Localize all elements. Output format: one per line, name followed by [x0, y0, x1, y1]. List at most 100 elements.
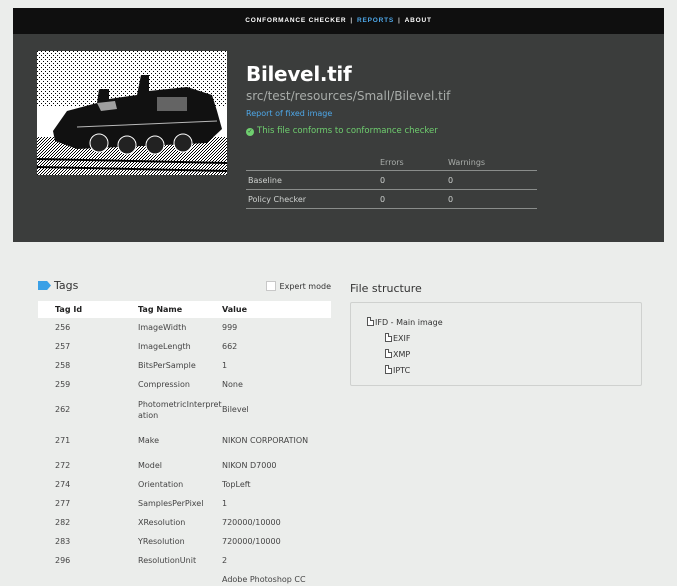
tag-value: 1: [222, 361, 228, 370]
tag-name: YResolution: [138, 537, 185, 546]
table-row: 257 ImageLength 662: [38, 337, 331, 356]
tag-id: 262: [55, 405, 71, 414]
tag-name: ResolutionUnit: [138, 556, 197, 565]
file-icon: [367, 317, 374, 326]
table-row: 274 Orientation TopLeft: [38, 475, 331, 494]
tree-node-label: IPTC: [393, 366, 411, 375]
nav-separator: |: [350, 17, 353, 24]
image-thumbnail: [37, 51, 227, 175]
table-row: 271 Make NIKON CORPORATION: [38, 425, 331, 456]
tag-name: XResolution: [138, 518, 186, 527]
tag-name: [138, 570, 222, 586]
summary-row-warnings: 0: [448, 176, 454, 185]
nav-item-about[interactable]: ABOUT: [405, 17, 432, 24]
tag-value: Bilevel: [222, 405, 249, 414]
tree-node-label: EXIF: [393, 334, 411, 343]
tag-name: SamplesPerPixel: [138, 499, 204, 508]
summary-row-name: Baseline: [248, 176, 282, 185]
expert-mode-toggle[interactable]: Expert mode: [265, 281, 331, 291]
nav-separator: |: [398, 17, 401, 24]
tag-value: 1: [222, 499, 228, 508]
column-header-tag-id[interactable]: Tag Id: [38, 301, 138, 318]
summary-header-warnings: Warnings: [448, 158, 486, 167]
tag-name: PhotometricInterpretation: [138, 399, 222, 420]
table-row: Adobe Photoshop CC: [38, 570, 331, 586]
column-header-tag-name[interactable]: Tag Name: [138, 301, 222, 318]
tag-name: Compression: [138, 380, 190, 389]
tags-heading: Tags: [38, 279, 78, 292]
tag-id: 257: [55, 342, 71, 351]
nav-item-reports[interactable]: REPORTS: [357, 17, 394, 24]
conformance-message: This file conforms to conformance checke…: [257, 126, 438, 136]
file-structure-heading: File structure: [350, 282, 422, 295]
summary-row-name: Policy Checker: [248, 195, 307, 204]
tag-name: Model: [138, 461, 163, 470]
tag-value: None: [222, 380, 243, 389]
tag-id: [38, 570, 138, 586]
tag-value: Adobe Photoshop CC: [222, 575, 306, 584]
tree-node-iptc[interactable]: IPTC: [385, 365, 410, 375]
thumbnail-image: [37, 51, 227, 175]
summary-header-errors: Errors: [380, 158, 404, 167]
tag-value: TopLeft: [222, 480, 251, 489]
tags-title: Tags: [54, 279, 79, 292]
file-structure-tree: IFD - Main image EXIF XMP IPTC: [350, 302, 642, 386]
table-row: 296 ResolutionUnit 2: [38, 551, 331, 570]
file-name-title: Bilevel.tif: [246, 62, 352, 86]
file-icon: [385, 333, 392, 342]
tags-table: Tag Id Tag Name Value 256 ImageWidth 999 2…: [38, 301, 331, 586]
summary-header-row: Errors Warnings: [246, 154, 537, 171]
validation-summary-table: Errors Warnings Baseline 0 0 Policy Chec…: [246, 154, 537, 209]
tag-icon: [38, 281, 51, 290]
fixed-image-report-link[interactable]: Report of fixed image: [246, 109, 332, 118]
tag-id: 271: [55, 436, 71, 445]
tag-value: 720000/10000: [222, 537, 281, 546]
tag-name: Make: [138, 436, 160, 445]
tag-name: ImageLength: [138, 342, 191, 351]
summary-row-policy-checker: Policy Checker 0 0: [246, 190, 537, 209]
summary-row-errors: 0: [380, 176, 386, 185]
tree-node-label: IFD - Main image: [375, 318, 443, 327]
tag-id: 283: [55, 537, 71, 546]
tag-id: 282: [55, 518, 71, 527]
tag-id: 274: [55, 480, 71, 489]
tree-node-label: XMP: [393, 350, 411, 359]
tag-id: 259: [55, 380, 71, 389]
tag-id: 256: [55, 323, 71, 332]
table-row: 283 YResolution 720000/10000: [38, 532, 331, 551]
tree-node-xmp[interactable]: XMP: [385, 349, 410, 359]
table-row: 258 BitsPerSample 1: [38, 356, 331, 375]
check-circle-icon: ✓: [246, 128, 254, 136]
table-row: 259 Compression None: [38, 375, 331, 394]
expert-mode-label: Expert mode: [279, 282, 331, 291]
summary-row-warnings: 0: [448, 195, 454, 204]
file-icon: [385, 349, 392, 358]
tag-value: NIKON D7000: [222, 461, 277, 470]
summary-row-errors: 0: [380, 195, 386, 204]
file-path: src/test/resources/Small/Bilevel.tif: [246, 89, 451, 103]
tag-value: 662: [222, 342, 238, 351]
tree-node-exif[interactable]: EXIF: [385, 333, 411, 343]
tag-id: 277: [55, 499, 71, 508]
tag-value: 720000/10000: [222, 518, 281, 527]
table-row: 277 SamplesPerPixel 1: [38, 494, 331, 513]
column-header-value[interactable]: Value: [222, 301, 331, 318]
tag-value: NIKON CORPORATION: [222, 436, 309, 445]
tag-name: ImageWidth: [138, 323, 187, 332]
table-row: 272 Model NIKON D7000: [38, 456, 331, 475]
tags-header-row: Tag Id Tag Name Value: [38, 301, 331, 318]
tag-id: 296: [55, 556, 71, 565]
nav-item-conformance-checker[interactable]: CONFORMANCE CHECKER: [245, 17, 346, 24]
tag-id: 272: [55, 461, 71, 470]
expert-mode-checkbox[interactable]: [265, 281, 276, 291]
top-navbar: CONFORMANCE CHECKER | REPORTS | ABOUT: [13, 8, 664, 34]
tag-name: Orientation: [138, 480, 184, 489]
tag-value: 999: [222, 323, 238, 332]
report-header: Bilevel.tif src/test/resources/Small/Bil…: [13, 34, 664, 242]
tree-node-main-ifd[interactable]: IFD - Main image: [367, 317, 443, 327]
conformance-status: ✓ This file conforms to conformance check…: [246, 126, 438, 136]
tag-name: BitsPerSample: [138, 361, 196, 370]
table-row: 262 PhotometricInterpretation Bilevel: [38, 394, 331, 425]
summary-row-baseline: Baseline 0 0: [246, 171, 537, 190]
tag-value: 2: [222, 556, 228, 565]
